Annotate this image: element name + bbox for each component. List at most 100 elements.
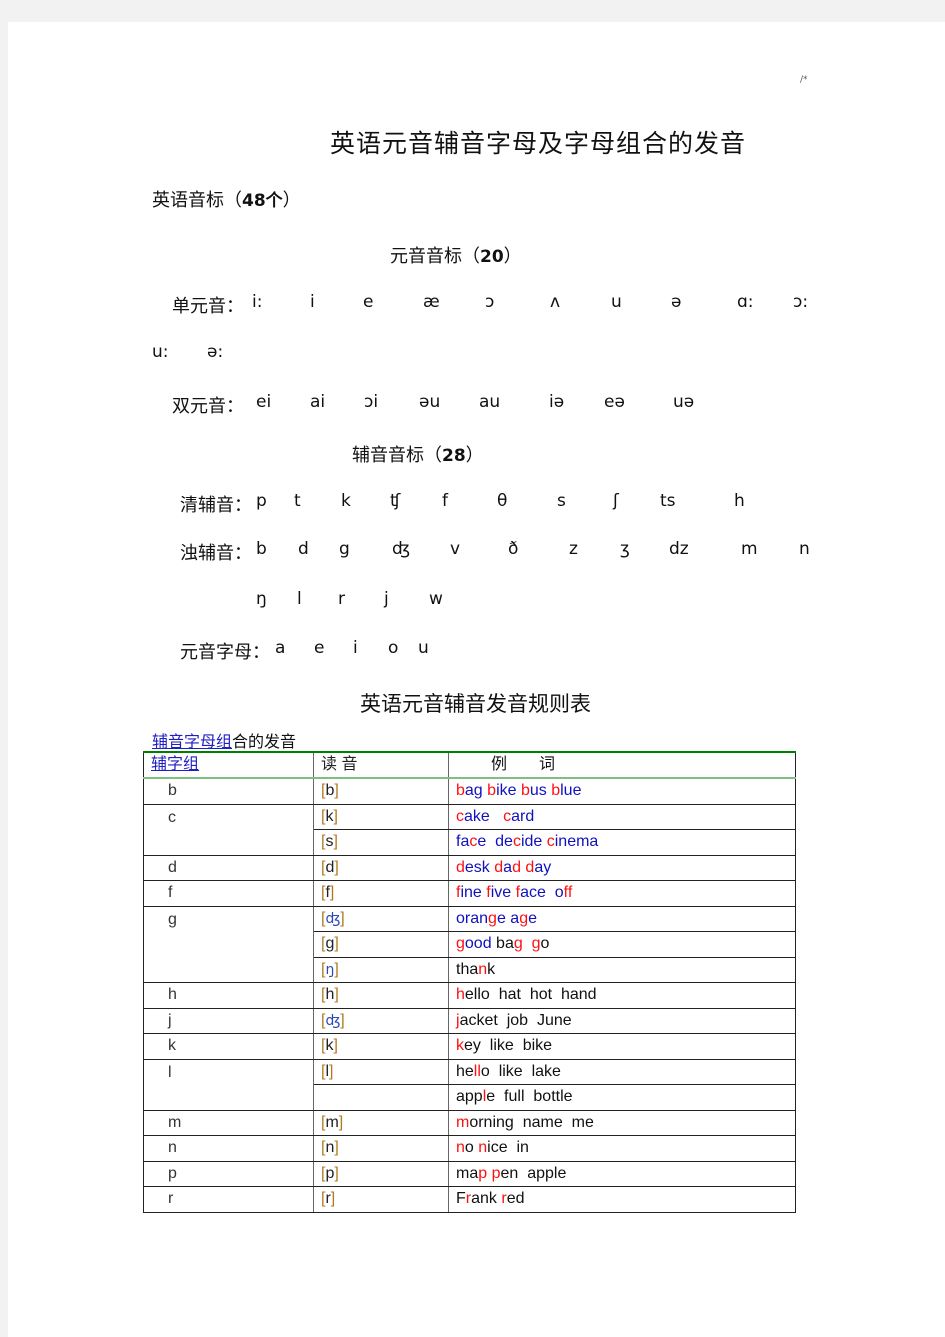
examples-cell: thank <box>448 956 796 983</box>
vowel-letter: e <box>314 638 325 658</box>
sound-cell: [ʤ] <box>313 1007 449 1034</box>
vowel-letters-label: 元音字母： <box>180 642 270 663</box>
letter-group-cell: g <box>143 905 314 983</box>
examples-cell: bag bike bus blue <box>448 777 796 805</box>
voiced-consonant-symbol: d <box>298 539 309 559</box>
table-row: n [n] no nice in <box>143 1135 796 1162</box>
vowel-letter: u <box>418 638 429 658</box>
pronunciation-rules-table: 辅字组 读 音 例 词 b [b] bag bike bus blue c [k] cak… <box>143 751 796 1213</box>
voiced-consonant-symbol: r <box>338 589 345 609</box>
voiceless-consonant-symbol: h <box>734 491 745 511</box>
table-row: d [d] desk dad day <box>143 854 796 881</box>
examples-cell: key like bike <box>448 1033 796 1060</box>
section-heading-link[interactable]: 辅音字母组 <box>152 732 232 751</box>
sound-cell: [ŋ] <box>313 956 449 983</box>
phonetics-heading: 英语音标（48个） <box>152 190 301 211</box>
monophthong-symbol: ɔ: <box>793 292 809 312</box>
voiced-consonant-symbol: l <box>297 589 302 609</box>
monophthong-symbol: i: <box>252 292 263 312</box>
voiced-consonant-symbol: b <box>256 539 267 559</box>
sound-cell: [r] <box>313 1186 449 1213</box>
monophthong-symbol: ɑ: <box>737 292 754 312</box>
voiced-consonant-symbol: g <box>339 539 350 559</box>
page-mark: /* <box>800 75 808 85</box>
voiceless-consonant-symbol: f <box>442 491 448 511</box>
sound-cell: [f] <box>313 880 449 907</box>
voiceless-label: 清辅音： <box>180 495 252 516</box>
examples-cell: Frank red <box>448 1186 796 1213</box>
voiced-consonant-symbol: m <box>741 539 758 559</box>
table-row: p [p] map pen apple <box>143 1160 796 1187</box>
voiceless-consonant-symbol: ts <box>660 491 676 511</box>
voiced-consonant-symbol: ʒ <box>620 539 630 559</box>
examples-cell: map pen apple <box>448 1160 796 1187</box>
examples-cell: hello hat hot hand <box>448 982 796 1009</box>
letter-group-cell: d <box>143 854 314 881</box>
letter-group-cell: k <box>143 1033 314 1060</box>
letter-group-cell: n <box>143 1135 314 1162</box>
examples-cell: apple full bottle <box>448 1084 796 1111</box>
sound-cell: [k] <box>313 1033 449 1060</box>
letter-group-cell: l <box>143 1058 314 1111</box>
letter-group-cell: b <box>143 777 314 805</box>
monophthong-symbol: ɔ <box>485 292 495 312</box>
sound-cell: [ʤ] <box>313 905 449 932</box>
examples-cell: fine five face off <box>448 880 796 907</box>
header-examples: 例 词 <box>448 751 796 779</box>
monophthong-symbol: ə: <box>207 342 224 362</box>
examples-cell: cake card <box>448 803 796 830</box>
monophthong-symbol: æ <box>423 292 440 312</box>
diphthong-symbol: eə <box>604 392 625 412</box>
section-heading: 辅音字母组合的发音 <box>152 732 297 751</box>
diphthong-symbol: ɔi <box>364 392 379 412</box>
voiceless-consonant-symbol: ʃ <box>613 491 619 511</box>
sound-cell: [b] <box>313 777 449 805</box>
diphthong-symbol: au <box>479 392 501 412</box>
voiced-consonant-symbol: z <box>569 539 578 559</box>
examples-cell: good bag go <box>448 931 796 958</box>
monophthong-label: 单元音： <box>172 296 244 317</box>
voiceless-consonant-symbol: p <box>256 491 267 511</box>
sound-cell: [p] <box>313 1160 449 1187</box>
header-group-link[interactable]: 辅字组 <box>151 756 199 773</box>
vowel-letter: o <box>388 638 399 658</box>
examples-cell: morning name me <box>448 1109 796 1136</box>
monophthong-symbol: ʌ <box>550 292 561 312</box>
voiceless-consonant-symbol: s <box>557 491 566 511</box>
voiceless-consonant-symbol: k <box>341 491 351 511</box>
diphthong-symbol: iə <box>549 392 565 412</box>
sound-cell: [l] <box>313 1058 449 1085</box>
sound-cell: [n] <box>313 1135 449 1162</box>
sound-cell: [m] <box>313 1109 449 1136</box>
voiced-consonant-symbol: j <box>384 589 389 609</box>
sound-cell: [k] <box>313 803 449 830</box>
voiced-label: 浊辅音： <box>180 543 252 564</box>
header-sound: 读 音 <box>313 751 449 779</box>
monophthong-symbol: e <box>363 292 374 312</box>
table-row: f [f] fine five face off <box>143 880 796 907</box>
table-row: b [b] bag bike bus blue <box>143 777 796 805</box>
examples-cell: face decide cinema <box>448 829 796 856</box>
vowel-letter: a <box>275 638 286 658</box>
monophthong-symbol: u <box>611 292 622 312</box>
table-row: l [l] hello like lake <box>143 1058 796 1111</box>
voiceless-consonant-symbol: θ <box>497 491 508 511</box>
letter-group-cell: p <box>143 1160 314 1187</box>
diphthong-symbol: ai <box>310 392 326 412</box>
voiced-consonant-symbol: ʤ <box>392 539 410 559</box>
voiceless-consonant-symbol: t <box>294 491 301 511</box>
table-row: g [ʤ] orange age <box>143 905 796 983</box>
voiced-consonant-symbol: v <box>450 539 461 559</box>
monophthong-symbol: u: <box>152 342 169 362</box>
letter-group-cell: c <box>143 803 314 856</box>
sound-cell: [h] <box>313 982 449 1009</box>
voiced-consonant-symbol: n <box>799 539 810 559</box>
examples-cell: desk dad day <box>448 854 796 881</box>
letter-group-cell: r <box>143 1186 314 1213</box>
monophthong-symbol: i <box>310 292 315 312</box>
vowel-letter: i <box>353 638 358 658</box>
table-row: c [k] cake card <box>143 803 796 856</box>
table-row: r [r] Frank red <box>143 1186 796 1213</box>
sound-cell <box>313 1084 449 1111</box>
voiced-consonant-symbol: ŋ <box>256 589 267 609</box>
